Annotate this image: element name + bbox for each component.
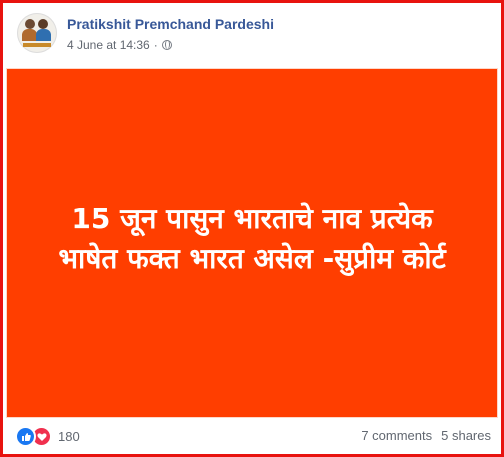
post-meta: 4 June at 14:36 ·: [67, 38, 172, 52]
post-timestamp[interactable]: 4 June at 14:36: [67, 38, 150, 52]
globe-icon[interactable]: [161, 40, 172, 50]
post-stats: 7 comments 5 shares: [361, 428, 491, 443]
avatar[interactable]: [17, 13, 57, 53]
headline-line-2: भाषेत फक्त भारत असेल -सुप्रीम कोर्ट: [58, 242, 446, 275]
like-icon: [15, 426, 36, 447]
shares-link[interactable]: 5 shares: [441, 428, 491, 443]
reactions-summary[interactable]: 180: [15, 426, 80, 447]
reaction-count: 180: [58, 429, 80, 444]
post-image[interactable]: 15 जून पासुन भारताचे नाव प्रत्येक भाषेत …: [6, 68, 498, 418]
separator-dot: ·: [153, 38, 158, 52]
post-footer: 180 7 comments 5 shares: [3, 420, 501, 452]
post-header: Pratikshit Premchand Pardeshi 4 June at …: [3, 3, 501, 63]
author-name[interactable]: Pratikshit Premchand Pardeshi: [67, 16, 274, 32]
post-headline: 15 जून पासुन भारताचे नाव प्रत्येक भाषेत …: [22, 199, 482, 279]
headline-line-1: 15 जून पासुन भारताचे नाव प्रत्येक: [71, 202, 433, 235]
comments-link[interactable]: 7 comments: [361, 428, 432, 443]
